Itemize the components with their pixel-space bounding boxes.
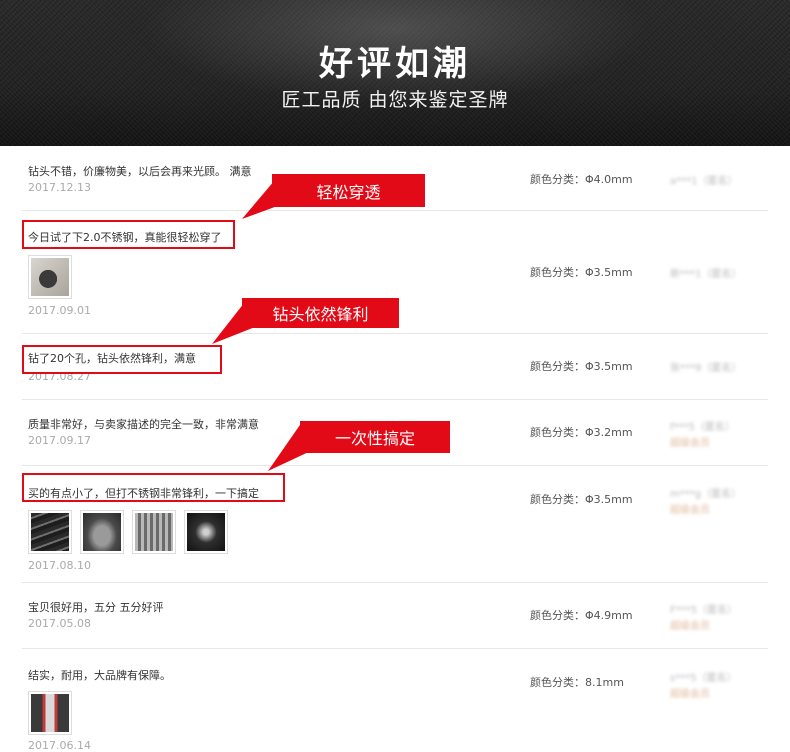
callout-arrow bbox=[212, 174, 330, 471]
callout-label: 轻松穿透 bbox=[272, 174, 425, 207]
callout-label: 钻头依然锋利 bbox=[242, 298, 399, 328]
callout-label: 一次性搞定 bbox=[300, 421, 450, 453]
